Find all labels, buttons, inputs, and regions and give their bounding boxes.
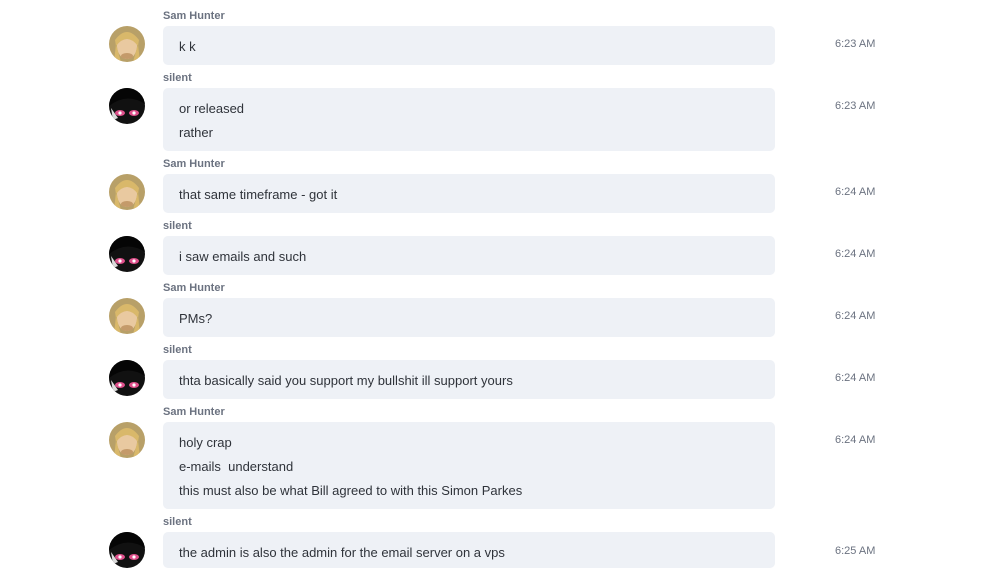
message-timestamp: 6:23 AM <box>835 100 876 112</box>
message-timestamp: 6:24 AM <box>835 248 876 260</box>
chat-log: Sam Hunter k k 6:23 AM silent or release… <box>0 0 985 573</box>
message-author[interactable]: Sam Hunter <box>163 406 225 418</box>
message-timestamp: 6:25 AM <box>835 545 876 557</box>
message-text: that same timeframe - got it <box>179 187 338 202</box>
message-text: thta basically said you support my bulls… <box>179 373 513 388</box>
message-bubble[interactable]: the admin is also the admin for the emai… <box>163 532 775 568</box>
message-author[interactable]: Sam Hunter <box>163 10 225 22</box>
message-timestamp: 6:23 AM <box>835 38 876 50</box>
silent-avatar[interactable] <box>109 532 145 568</box>
message-bubble[interactable]: k k <box>163 26 775 65</box>
message-bubble[interactable]: or released rather <box>163 88 775 151</box>
message-bubble[interactable]: that same timeframe - got it <box>163 174 775 213</box>
message-text: or released <box>179 101 245 116</box>
message-timestamp: 6:24 AM <box>835 310 876 322</box>
message-bubble[interactable]: thta basically said you support my bulls… <box>163 360 775 399</box>
silent-avatar[interactable] <box>109 236 145 272</box>
message-bubble[interactable]: PMs? <box>163 298 775 337</box>
silent-avatar[interactable] <box>109 88 145 124</box>
message-text: holy crap <box>179 435 232 450</box>
message-text: i saw emails and such <box>179 249 307 264</box>
message-timestamp: 6:24 AM <box>835 372 876 384</box>
message-text: rather <box>179 125 213 140</box>
message-text: the admin is also the admin for the emai… <box>179 545 505 560</box>
message-author[interactable]: silent <box>163 516 192 528</box>
message-author[interactable]: silent <box>163 220 192 232</box>
message-bubble[interactable]: i saw emails and such <box>163 236 775 275</box>
message-author[interactable]: silent <box>163 344 192 356</box>
message-text: this must also be what Bill agreed to wi… <box>179 483 523 498</box>
message-bubble[interactable]: holy crap e-mails understand this must a… <box>163 422 775 509</box>
message-text: e-mails understand <box>179 459 294 474</box>
message-author[interactable]: Sam Hunter <box>163 282 225 294</box>
sam-avatar[interactable] <box>109 26 145 62</box>
message-text: k k <box>179 39 196 54</box>
message-author[interactable]: Sam Hunter <box>163 158 225 170</box>
sam-avatar[interactable] <box>109 422 145 458</box>
message-author[interactable]: silent <box>163 72 192 84</box>
sam-avatar[interactable] <box>109 174 145 210</box>
silent-avatar[interactable] <box>109 360 145 396</box>
sam-avatar[interactable] <box>109 298 145 334</box>
message-text: PMs? <box>179 311 213 326</box>
message-timestamp: 6:24 AM <box>835 434 876 446</box>
message-timestamp: 6:24 AM <box>835 186 876 198</box>
